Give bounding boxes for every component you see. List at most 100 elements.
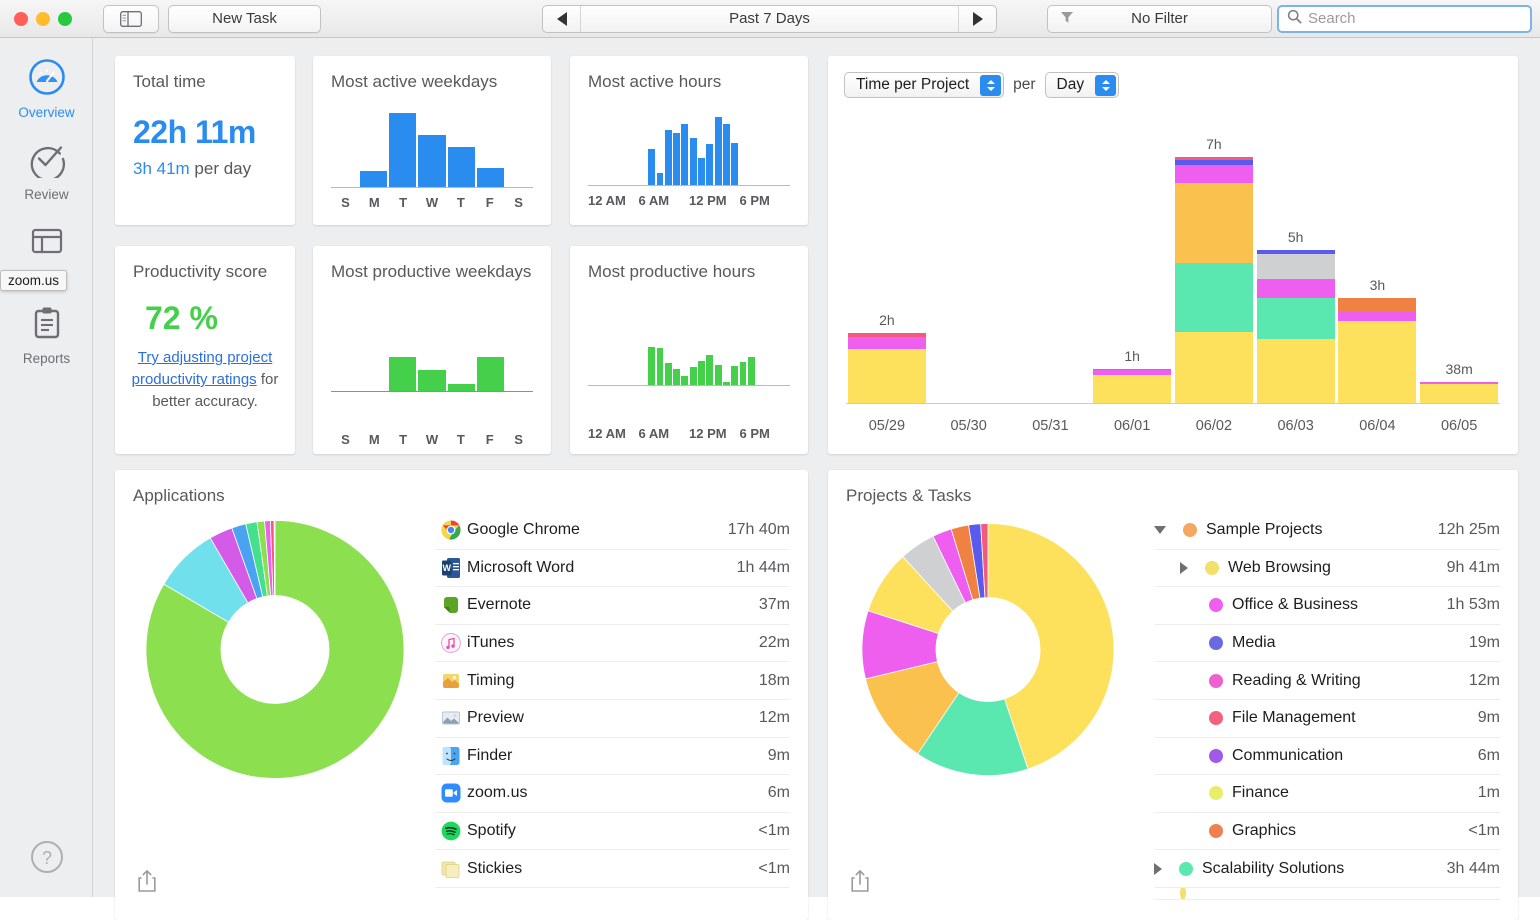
- application-row[interactable]: Finder 9m: [435, 738, 790, 776]
- application-name: Preview: [467, 709, 524, 727]
- project-color-dot: [1154, 887, 1186, 899]
- project-row[interactable]: Scalability Solutions 3h 44m: [1154, 850, 1500, 888]
- project-color-dot: [1200, 598, 1232, 613]
- minimize-button[interactable]: [36, 11, 50, 26]
- bar: [698, 157, 705, 185]
- project-row[interactable]: Sample Projects 12h 25m: [1154, 512, 1500, 550]
- project-row[interactable]: Office & Business 1h 53m: [1154, 587, 1500, 625]
- disclosure-triangle-icon[interactable]: [1180, 561, 1188, 574]
- application-row[interactable]: zoom.us 6m: [435, 775, 790, 813]
- sidebar-toggle-button[interactable]: [103, 4, 159, 33]
- project-row[interactable]: File Management 9m: [1154, 700, 1500, 738]
- previous-period-button[interactable]: [543, 5, 581, 32]
- new-task-button[interactable]: New Task: [168, 4, 321, 33]
- bar: [681, 376, 689, 385]
- bar: [739, 361, 747, 385]
- left-navigation-rail: Overview Review Details: [0, 38, 93, 897]
- project-row[interactable]: Finance 1m: [1154, 775, 1500, 813]
- metric-select[interactable]: Time per Project: [844, 72, 1005, 98]
- axis-most-active-hours: 12 AM 6 AM 12 PM 6 PM: [588, 193, 790, 208]
- zoom-button[interactable]: [58, 11, 72, 26]
- date-range-segmented-control[interactable]: Past 7 Days: [542, 4, 997, 33]
- bar: [389, 357, 417, 391]
- metric-stepper-icon[interactable]: [980, 75, 1002, 96]
- project-duration: 3h 44m: [1446, 859, 1500, 877]
- interval-select[interactable]: Day: [1044, 72, 1120, 98]
- interval-stepper-icon[interactable]: [1095, 75, 1117, 96]
- help-button[interactable]: ?: [0, 840, 93, 879]
- chart-most-active-hours: [588, 114, 790, 186]
- next-period-button[interactable]: [958, 5, 996, 32]
- stack-segment: [1174, 183, 1253, 263]
- project-row[interactable]: Web Browsing 9h 41m: [1154, 550, 1500, 588]
- adjust-ratings-link[interactable]: Try adjusting project productivity ratin…: [132, 349, 273, 388]
- stack-segment: [1256, 253, 1335, 279]
- project-row[interactable]: Communication 6m: [1154, 738, 1500, 776]
- stack-segment: [1256, 278, 1335, 298]
- axis-tick-label: 6 AM: [638, 193, 670, 208]
- project-row[interactable]: Reading & Writing 12m: [1154, 662, 1500, 700]
- axis-tick-label: 05/30: [950, 418, 987, 434]
- search-field[interactable]: [1277, 4, 1532, 33]
- sidebar-item-reports[interactable]: Reports: [0, 294, 93, 376]
- project-name: Office & Business: [1232, 596, 1358, 614]
- project-row[interactable]: Media 19m: [1154, 625, 1500, 663]
- funnel-icon: [1060, 10, 1074, 28]
- bar: [447, 147, 475, 187]
- share-button-projects[interactable]: [850, 869, 870, 898]
- sidebar-item-review[interactable]: Review: [0, 130, 93, 212]
- application-row[interactable]: Timing 18m: [435, 662, 790, 700]
- application-row[interactable]: W Microsoft Word 1h 44m: [435, 550, 790, 588]
- bar: [360, 170, 388, 187]
- bar: [706, 355, 714, 385]
- bar: [648, 149, 655, 185]
- application-duration: <1m: [758, 822, 790, 840]
- itunes-icon: [435, 633, 467, 654]
- chrome-icon: [435, 520, 467, 540]
- search-input[interactable]: [1308, 10, 1522, 27]
- application-row[interactable]: iTunes 22m: [435, 625, 790, 663]
- stacked-bar-column: 2h: [846, 114, 928, 404]
- axis-tick-label: S: [514, 195, 523, 210]
- project-row-partial[interactable]: [1154, 887, 1500, 900]
- bar: [673, 368, 680, 385]
- stacked-bar: [1420, 381, 1499, 404]
- axis-tick-label: 6 PM: [739, 426, 770, 441]
- sidebar-item-label-overview: Overview: [18, 105, 75, 120]
- bar: [731, 366, 739, 385]
- project-row[interactable]: Graphics <1m: [1154, 813, 1500, 851]
- card-title-active-weekdays: Most active weekdays: [331, 72, 498, 91]
- zoom-icon: [435, 783, 467, 803]
- disclosure-triangle-icon[interactable]: [1154, 862, 1162, 875]
- axis-tick-label: T: [456, 195, 465, 210]
- axis-tick-label: 06/04: [1359, 418, 1396, 434]
- help-circle-icon: ?: [30, 840, 64, 879]
- disclosure-triangle-icon[interactable]: [1154, 526, 1166, 535]
- stack-segment: [1420, 383, 1499, 404]
- application-row[interactable]: Google Chrome 17h 40m: [435, 512, 790, 550]
- card-title-applications: Applications: [133, 486, 225, 505]
- share-button-applications[interactable]: [137, 869, 157, 898]
- close-button[interactable]: [14, 11, 28, 26]
- traffic-lights: [0, 11, 95, 26]
- chart-most-productive-weekdays: [331, 314, 533, 392]
- sidebar-item-overview[interactable]: Overview: [0, 48, 93, 130]
- axis-tick-label: T: [456, 432, 465, 447]
- application-row[interactable]: Spotify <1m: [435, 813, 790, 851]
- application-duration: 12m: [758, 709, 790, 727]
- date-range-label[interactable]: Past 7 Days: [581, 6, 958, 32]
- application-row[interactable]: Evernote 37m: [435, 587, 790, 625]
- sidebar-item-label-reports: Reports: [22, 351, 71, 366]
- stacked-bar: [1256, 250, 1335, 404]
- per-day-suffix: per day: [189, 159, 252, 178]
- application-row[interactable]: Stickies <1m: [435, 850, 790, 888]
- filter-label: No Filter: [1131, 10, 1188, 27]
- application-row[interactable]: Preview 12m: [435, 700, 790, 738]
- card-title-productive-weekdays: Most productive weekdays: [331, 262, 532, 281]
- application-name: Timing: [467, 671, 515, 689]
- axis-tick-label: F: [485, 195, 494, 210]
- search-icon: [1287, 9, 1302, 29]
- bar: [447, 384, 475, 391]
- stack-segment: [1093, 374, 1172, 404]
- filter-button[interactable]: No Filter: [1047, 4, 1272, 33]
